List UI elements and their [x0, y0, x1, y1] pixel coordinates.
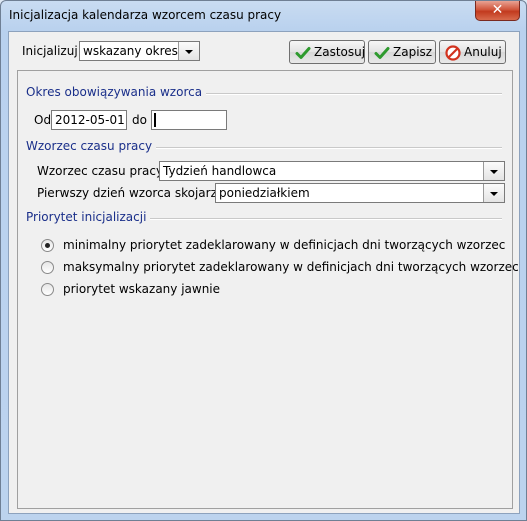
priority-option-label[interactable]: minimalny priorytet zadeklarowany w defi… — [63, 238, 505, 252]
pattern-select[interactable]: Tydzień handlowca — [159, 161, 505, 181]
pattern-label: Wzorzec czasu pracy: — [37, 164, 167, 178]
first-day-value: poniedziałkiem — [219, 186, 310, 200]
init-label: Inicjalizuj — [22, 44, 78, 58]
priority-heading: Priorytet inicjalizacji — [26, 210, 151, 224]
section-divider — [134, 147, 502, 149]
dialog-client: Inicjalizuj wskazany okres Zastosuj Zapi… — [8, 31, 520, 514]
radio-button[interactable] — [41, 283, 54, 296]
pattern-heading: Wzorzec czasu pracy — [26, 139, 157, 153]
apply-button[interactable]: Zastosuj — [289, 40, 365, 64]
section-divider — [194, 93, 502, 95]
priority-option-label[interactable]: maksymalny priorytet zadeklarowany w def… — [63, 260, 519, 274]
from-date-value: 2012-05-01 — [55, 113, 125, 127]
priority-option-label[interactable]: priorytet wskazany jawnie — [63, 282, 220, 296]
to-label: do — [132, 113, 147, 127]
chevron-down-icon[interactable] — [178, 42, 199, 60]
close-button[interactable]: ✕ — [475, 1, 520, 21]
from-label: Od — [34, 113, 52, 127]
check-icon — [374, 47, 390, 59]
first-day-label: Pierwszy dzień wzorca skojarz z: — [37, 186, 232, 200]
chevron-down-icon[interactable] — [483, 184, 504, 202]
radio-button[interactable] — [41, 239, 54, 252]
from-date-field[interactable]: 2012-05-01 — [51, 110, 127, 130]
save-button[interactable]: Zapisz — [368, 40, 436, 64]
close-icon: ✕ — [491, 2, 504, 18]
to-date-field[interactable] — [151, 110, 227, 130]
dialog-window: Inicjalizacja kalendarza wzorcem czasu p… — [0, 0, 527, 521]
text-caret — [154, 113, 156, 127]
cancel-button[interactable]: Anuluj — [439, 40, 506, 64]
first-day-select[interactable]: poniedziałkiem — [215, 183, 505, 203]
section-divider — [138, 218, 502, 220]
init-mode-value: wskazany okres — [83, 44, 178, 58]
period-heading: Okres obowiązywania wzorca — [26, 85, 207, 99]
cancel-icon — [445, 45, 461, 61]
settings-panel: Okres obowiązywania wzorca Od 2012-05-01… — [17, 70, 519, 509]
radio-button[interactable] — [41, 261, 54, 274]
title-bar[interactable]: Inicjalizacja kalendarza wzorcem czasu p… — [1, 1, 526, 31]
toolbar: Inicjalizuj wskazany okres Zastosuj Zapi… — [9, 32, 519, 70]
check-icon — [295, 47, 311, 59]
save-button-label: Zapisz — [393, 45, 433, 59]
window-title: Inicjalizacja kalendarza wzorcem czasu p… — [9, 8, 282, 22]
pattern-value: Tydzień handlowca — [163, 164, 277, 178]
init-mode-select[interactable]: wskazany okres — [79, 41, 200, 61]
chevron-down-icon[interactable] — [483, 162, 504, 180]
apply-button-label: Zastosuj — [314, 45, 366, 59]
cancel-button-label: Anuluj — [464, 45, 502, 59]
